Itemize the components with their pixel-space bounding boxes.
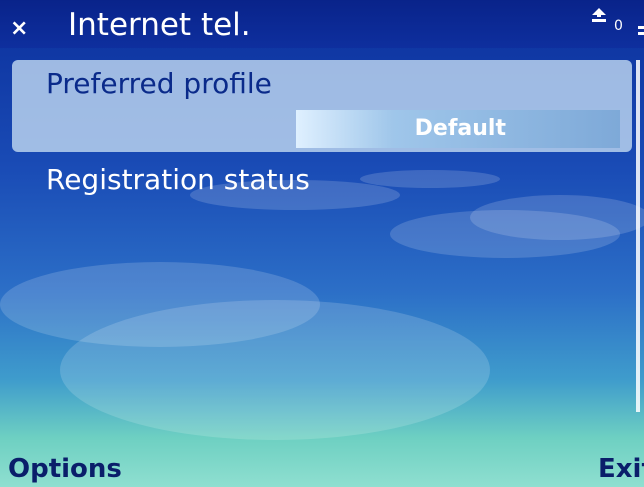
list-item-label: Preferred profile xyxy=(46,67,272,100)
options-softkey[interactable]: Options xyxy=(8,452,122,486)
battery-icon xyxy=(638,26,644,35)
bg-ellipse xyxy=(360,170,500,188)
bg-ellipse xyxy=(0,262,320,347)
indicator-number: 0 xyxy=(614,18,623,34)
page-title: Internet tel. xyxy=(68,7,251,43)
close-icon[interactable]: × xyxy=(10,18,28,40)
title-bar: × Internet tel. 0 xyxy=(0,0,644,48)
bg-ellipse xyxy=(470,195,644,240)
scrollbar[interactable] xyxy=(636,60,640,412)
signal-icon xyxy=(592,8,606,22)
profile-value: Default xyxy=(414,116,506,141)
list-item-registration-status[interactable]: Registration status xyxy=(46,162,310,198)
exit-softkey[interactable]: Exit xyxy=(598,452,644,486)
profile-value-field[interactable]: Default xyxy=(296,110,620,148)
screen: × Internet tel. 0 Preferred profile Defa… xyxy=(0,0,644,487)
